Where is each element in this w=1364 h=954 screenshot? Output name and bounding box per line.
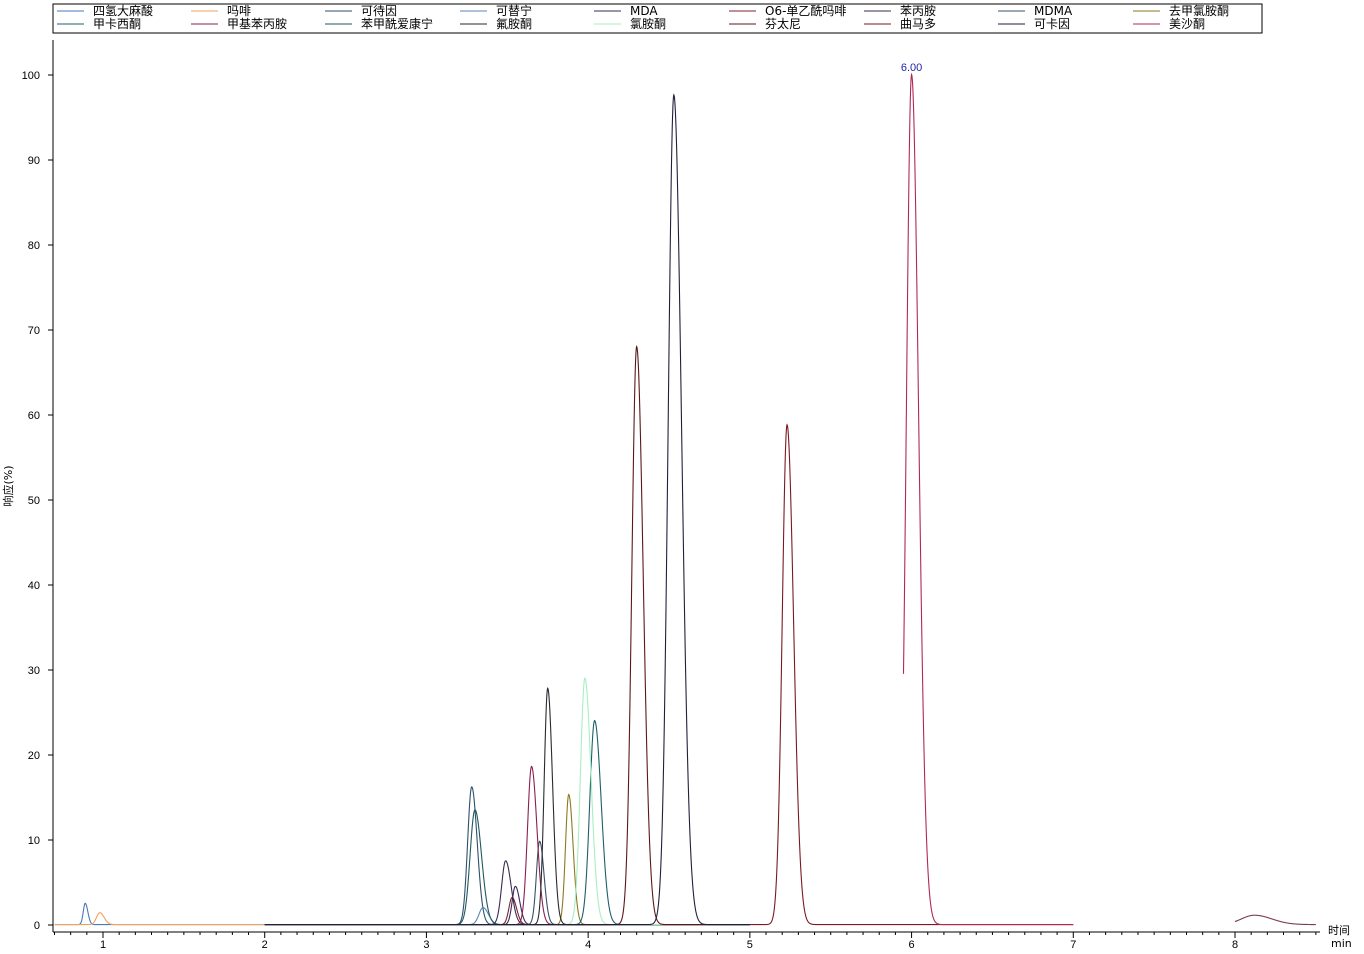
legend-label: 可卡因 [1034, 17, 1070, 31]
y-tick-label: 20 [28, 750, 40, 762]
y-tick-label: 30 [28, 665, 40, 677]
series-line [264, 786, 750, 926]
legend-label: 氯胺酮 [630, 17, 666, 31]
legend-label: O6-单乙酰吗啡 [765, 4, 846, 18]
y-tick-label: 50 [28, 495, 40, 507]
series-line [264, 793, 750, 926]
peak-label: 6.00 [901, 62, 922, 74]
series-line [264, 344, 750, 926]
series-line [1234, 914, 1316, 926]
series-line [902, 72, 1074, 926]
x-axis-unit: min [1331, 937, 1352, 950]
chromatogram-chart: 四氢大麻酸 吗啡 可待因 可替宁 MDA O6-单乙酰吗啡 苯丙胺 MDMA 去甲氯胺酮甲卡西酮… [1, 3, 1352, 951]
series-line [264, 809, 750, 926]
y-tick-label: 90 [28, 155, 40, 167]
legend-label: 甲卡西酮 [93, 17, 141, 31]
x-tick-label: 8 [1232, 939, 1238, 951]
legend-label: 可替宁 [496, 3, 532, 18]
series-line [264, 686, 750, 926]
y-tick-label: 60 [28, 410, 40, 422]
y-tick-label: 70 [28, 325, 40, 337]
legend-label: 曲马多 [900, 17, 936, 31]
series-line [264, 719, 750, 926]
x-tick-label: 7 [1070, 939, 1076, 951]
legend-label: 吗啡 [227, 4, 251, 18]
series-line [264, 885, 750, 926]
y-tick-label: 0 [34, 920, 40, 932]
y-tick-label: 80 [28, 240, 40, 252]
x-ticks: 1 2 3 4 5 6 7 8 [53, 932, 1317, 951]
series-line [749, 423, 1074, 926]
y-ticks: 0 10 20 30 40 50 60 70 80 90 100 [22, 70, 53, 932]
y-axis-title: 响应(%) [1, 465, 15, 506]
series-line [54, 912, 265, 926]
series-group [54, 72, 1316, 926]
series-line [264, 765, 750, 926]
series-line [54, 902, 265, 926]
axes [52, 40, 1320, 933]
legend-label: 甲基苯丙胺 [227, 17, 287, 31]
x-tick-label: 3 [423, 939, 429, 951]
series-line [264, 896, 750, 926]
legend-label: 去甲氯胺酮 [1169, 4, 1229, 18]
legend-label: 苯丙胺 [900, 4, 936, 18]
y-tick-label: 40 [28, 580, 40, 592]
legend-label: MDMA [1034, 4, 1073, 18]
x-tick-label: 5 [747, 939, 753, 951]
series-line [264, 93, 750, 926]
x-tick-label: 1 [100, 939, 106, 951]
legend-label: 芬太尼 [765, 16, 801, 31]
annotations: 6.00 [901, 62, 922, 74]
legend-label: 美沙酮 [1169, 17, 1205, 31]
legend-label: 可待因 [361, 4, 397, 18]
legend: 四氢大麻酸 吗啡 可待因 可替宁 MDA O6-单乙酰吗啡 苯丙胺 MDMA 去甲氯胺酮甲卡西酮… [52, 3, 1263, 34]
series-line [264, 840, 750, 926]
y-tick-label: 100 [22, 70, 40, 82]
x-tick-label: 6 [909, 939, 915, 951]
legend-label: MDA [630, 4, 658, 18]
legend-label: 氟胺酮 [496, 17, 532, 31]
x-tick-label: 2 [262, 939, 268, 951]
x-tick-label: 4 [585, 939, 591, 951]
series-line [264, 677, 750, 926]
legend-label: 苯甲酰爱康宁 [361, 16, 433, 31]
x-axis-title: 时间 [1328, 924, 1350, 937]
y-tick-label: 10 [28, 835, 40, 847]
legend-label: 四氢大麻酸 [93, 3, 153, 18]
